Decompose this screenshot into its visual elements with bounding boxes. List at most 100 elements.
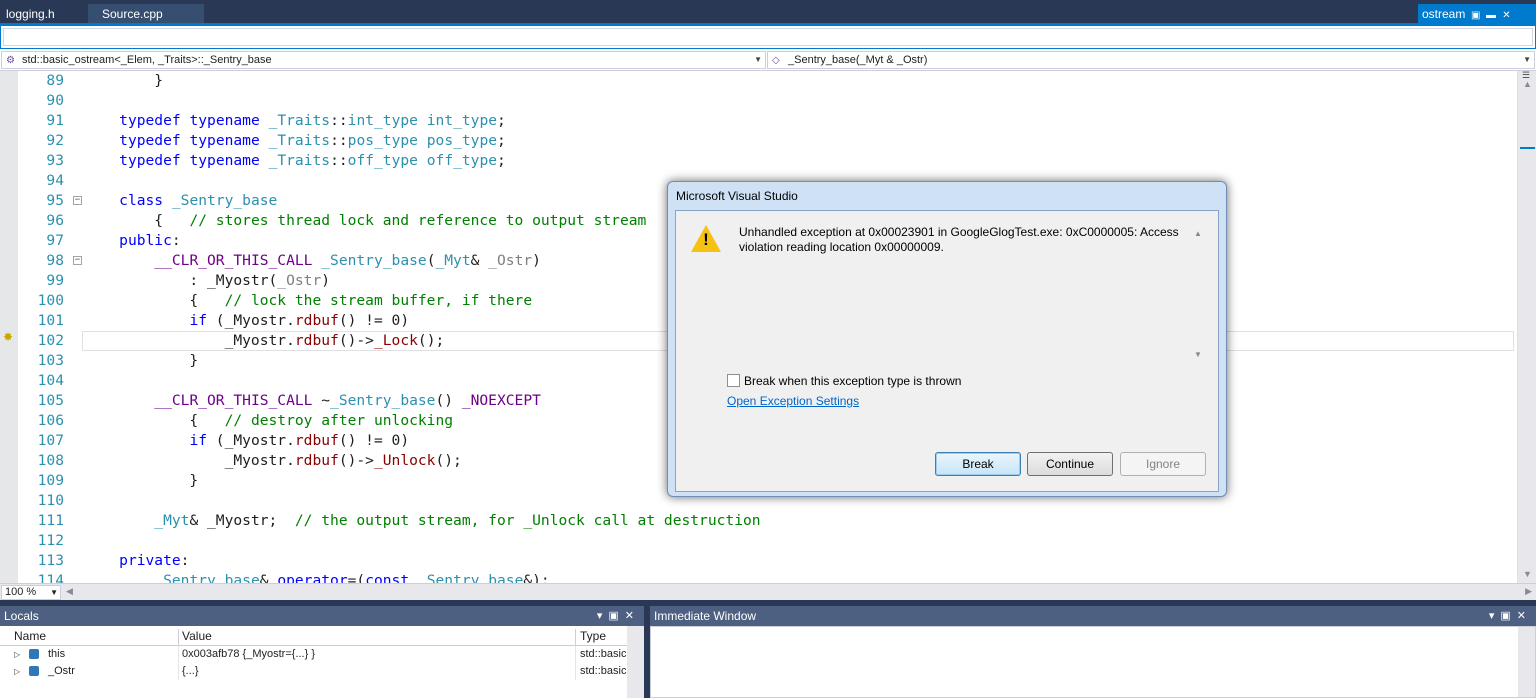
- close-icon[interactable]: ✕: [625, 610, 640, 622]
- local-type: std::basic: [580, 665, 627, 677]
- chevron-down-icon[interactable]: ▼: [754, 52, 762, 68]
- code-line[interactable]: 91 typedef typename _Traits::int_type in…: [18, 111, 1516, 131]
- code-text: if (_Myostr.rdbuf() != 0): [189, 312, 410, 329]
- editor-horizontal-scrollbar[interactable]: ◀ ▶: [62, 585, 1536, 600]
- local-value[interactable]: 0x003afb78 {_Myostr={...} }: [182, 646, 315, 663]
- open-exception-settings-link[interactable]: Open Exception Settings: [727, 394, 859, 408]
- scroll-down-icon[interactable]: ▼: [1523, 569, 1532, 579]
- line-number: 91: [46, 112, 64, 129]
- immediate-vertical-scrollbar[interactable]: [1518, 627, 1535, 697]
- scroll-up-icon[interactable]: ▲: [1194, 229, 1202, 238]
- code-text: : _Myostr(_Ostr): [84, 272, 331, 289]
- dialog-content: ! Unhandled exception at 0x00023901 in G…: [675, 210, 1219, 492]
- chevron-down-icon[interactable]: ▼: [50, 586, 58, 599]
- type-scope-dropdown[interactable]: ⚙ std::basic_ostream<_Elem, _Traits>::_S…: [1, 51, 766, 69]
- scroll-left-icon[interactable]: ◀: [66, 586, 73, 597]
- code-line[interactable]: 90: [18, 91, 1516, 111]
- zoom-dropdown[interactable]: 100 % ▼: [1, 585, 61, 600]
- code-text: public:: [119, 232, 181, 249]
- local-name: _Ostr: [48, 665, 75, 677]
- immediate-title: Immediate Window: [654, 609, 757, 623]
- checkbox-box[interactable]: [727, 374, 740, 387]
- code-line[interactable]: 114 _Sentry_base& operator=(const _Sentr…: [18, 571, 1516, 583]
- expand-arrow-icon[interactable]: ▷: [14, 646, 20, 663]
- line-number: 95: [46, 192, 64, 209]
- immediate-window: Immediate Window ▾▣✕: [650, 606, 1536, 698]
- line-number: 100: [37, 292, 64, 309]
- close-icon[interactable]: ✕: [1517, 610, 1532, 622]
- code-line[interactable]: 92 typedef typename _Traits::pos_type po…: [18, 131, 1516, 151]
- continue-button[interactable]: Continue: [1027, 452, 1113, 476]
- column-value[interactable]: Value: [182, 629, 212, 643]
- local-value[interactable]: {...}: [182, 663, 199, 680]
- line-number: 114: [37, 572, 64, 583]
- column-name[interactable]: Name: [14, 629, 46, 643]
- type-scope-label: std::basic_ostream<_Elem, _Traits>::_Sen…: [22, 54, 272, 66]
- pin-icon[interactable]: ▣: [608, 610, 624, 622]
- immediate-input-area[interactable]: [650, 626, 1536, 698]
- find-input[interactable]: [3, 28, 1533, 46]
- line-number: 109: [37, 472, 64, 489]
- editor-bottom-bar: 100 % ▼ ◀ ▶: [0, 583, 1536, 600]
- zoom-value: 100 %: [5, 586, 37, 598]
- line-number: 98: [46, 252, 64, 269]
- collapse-icon[interactable]: −: [73, 196, 82, 205]
- code-text: }: [84, 352, 199, 369]
- tab-ostream[interactable]: ostream ▣ ▬ ✕: [1418, 4, 1536, 25]
- code-text: typedef typename _Traits::off_type off_t…: [119, 152, 506, 169]
- locals-title: Locals: [4, 609, 39, 623]
- locals-title-bar[interactable]: Locals ▾▣✕: [0, 606, 644, 626]
- continue-label: Continue: [1045, 457, 1095, 471]
- visual-studio-window: logging.h Source.cpp ostream ▣ ▬ ✕ ⚙ std…: [0, 0, 1536, 698]
- member-dropdown[interactable]: ◇ _Sentry_base(_Myt & _Ostr) ▼: [767, 51, 1535, 69]
- dropdown-icon[interactable]: ▾: [597, 610, 609, 622]
- scroll-down-icon[interactable]: ▼: [1194, 350, 1202, 359]
- scroll-up-icon[interactable]: ▲: [1523, 79, 1532, 89]
- panel-tools: ▾▣✕: [1489, 606, 1532, 626]
- ignore-label: Ignore: [1145, 457, 1181, 471]
- code-text: typedef typename _Traits::pos_type pos_t…: [119, 132, 506, 149]
- collapse-icon[interactable]: −: [73, 256, 82, 265]
- chevron-down-icon[interactable]: ▼: [1523, 52, 1531, 68]
- line-number: 112: [37, 532, 64, 549]
- line-number: 96: [46, 212, 64, 229]
- code-line[interactable]: 112: [18, 531, 1516, 551]
- line-number: 106: [37, 412, 64, 429]
- break-on-exception-checkbox[interactable]: Break when this exception type is thrown: [727, 374, 961, 388]
- method-icon: ◇: [772, 55, 780, 66]
- line-number: 104: [37, 372, 64, 389]
- table-row[interactable]: ▷ _Ostr {...} std::basic: [0, 663, 644, 680]
- line-number: 103: [37, 352, 64, 369]
- variable-icon: [29, 666, 39, 676]
- glyph-margin[interactable]: ✸: [0, 71, 18, 583]
- expand-arrow-icon[interactable]: ▷: [14, 663, 20, 680]
- pin-icon[interactable]: ▣: [1500, 610, 1516, 622]
- tab-label: ostream: [1422, 7, 1466, 21]
- locals-vertical-scrollbar[interactable]: [627, 626, 644, 698]
- tab-logging-h[interactable]: logging.h: [0, 4, 88, 25]
- immediate-title-bar[interactable]: Immediate Window ▾▣✕: [650, 606, 1536, 626]
- code-line[interactable]: 113 private:: [18, 551, 1516, 571]
- line-number: 110: [37, 492, 64, 509]
- ignore-button[interactable]: Ignore: [1120, 452, 1206, 476]
- editor-vertical-scrollbar[interactable]: ☰ ▲ ▼: [1517, 71, 1536, 583]
- column-type[interactable]: Type: [580, 629, 606, 643]
- scroll-right-icon[interactable]: ▶: [1525, 586, 1532, 597]
- table-row[interactable]: ▷ this 0x003afb78 {_Myostr={...} } std::…: [0, 646, 644, 663]
- tab-source-cpp[interactable]: Source.cpp: [88, 4, 204, 25]
- code-line[interactable]: 111 _Myt& _Myostr; // the output stream,…: [18, 511, 1516, 531]
- dropdown-icon[interactable]: ▾: [1489, 610, 1501, 622]
- line-number: 93: [46, 152, 64, 169]
- code-line[interactable]: 89 }: [18, 71, 1516, 91]
- exception-dialog: Microsoft Visual Studio ! Unhandled exce…: [667, 181, 1227, 497]
- local-type: std::basic: [580, 648, 627, 660]
- cell-separator: [178, 646, 179, 663]
- break-button[interactable]: Break: [935, 452, 1021, 476]
- code-text: _Myostr.rdbuf()->_Unlock();: [84, 452, 462, 469]
- code-text: { // stores thread lock and reference to…: [84, 212, 647, 229]
- message-scrollbar[interactable]: ▲ ▼: [1192, 225, 1206, 361]
- navigation-bar: ⚙ std::basic_ostream<_Elem, _Traits>::_S…: [0, 49, 1536, 71]
- code-text: __CLR_OR_THIS_CALL ~_Sentry_base() _NOEX…: [154, 392, 541, 409]
- code-line[interactable]: 93 typedef typename _Traits::off_type of…: [18, 151, 1516, 171]
- code-text: }: [84, 472, 199, 489]
